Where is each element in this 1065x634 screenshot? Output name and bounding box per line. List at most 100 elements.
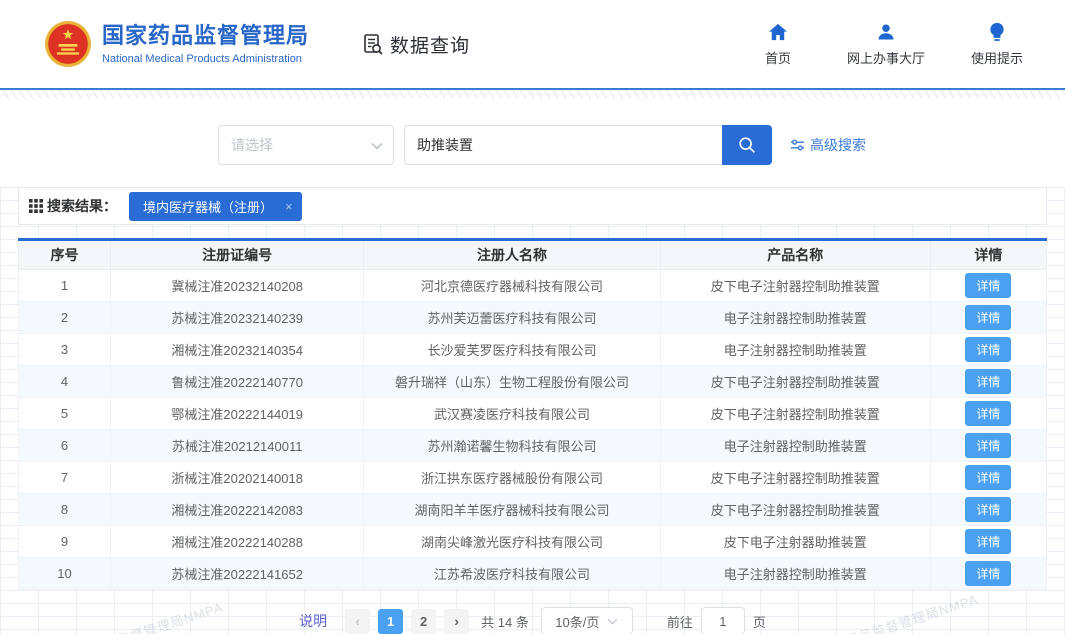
cell-reg-no: 鲁械注准20222140770 bbox=[110, 365, 365, 398]
prev-page-button[interactable]: ‹ bbox=[345, 608, 371, 634]
col-header-registrant: 注册人名称 bbox=[363, 239, 661, 270]
cell-index: 8 bbox=[17, 493, 112, 526]
cell-detail: 详情 bbox=[929, 301, 1048, 334]
page-button-2[interactable]: 2 bbox=[411, 608, 437, 634]
org-name: 国家药品监督管理局 bbox=[102, 23, 310, 49]
detail-button[interactable]: 详情 bbox=[965, 529, 1012, 554]
cell-registrant: 湖南阳羊羊医疗器械科技有限公司 bbox=[363, 493, 661, 526]
cell-reg-no: 湘械注准20232140354 bbox=[110, 333, 365, 366]
col-header-reg-no: 注册证编号 bbox=[110, 239, 365, 270]
page-size-value: 10条/页 bbox=[555, 614, 600, 630]
cell-registrant: 苏州瀚诺馨生物科技有限公司 bbox=[363, 429, 661, 462]
detail-button[interactable]: 详情 bbox=[965, 465, 1012, 490]
org-name-en: National Medical Products Administration bbox=[102, 52, 302, 65]
cell-product: 皮下电子注射器控制助推装置 bbox=[659, 493, 931, 526]
nav-tips[interactable]: 使用提示 bbox=[971, 22, 1023, 67]
cell-registrant: 浙江拱东医疗器械股份有限公司 bbox=[363, 461, 661, 494]
results-zone: 国家药品监督管理局NMPA 国家药品监督管理局NMPA 国家药品监督管理局NMP… bbox=[0, 187, 1065, 634]
chevron-down-icon bbox=[371, 137, 383, 153]
grid-icon bbox=[29, 199, 43, 213]
cell-index: 3 bbox=[17, 333, 112, 366]
cell-detail: 详情 bbox=[929, 429, 1048, 462]
cell-reg-no: 苏械注准20232140239 bbox=[110, 301, 365, 334]
col-header-product: 产品名称 bbox=[659, 239, 931, 270]
nav-home[interactable]: 首页 bbox=[755, 22, 801, 67]
cell-product: 皮下电子注射器控制助推装置 bbox=[659, 269, 931, 302]
detail-button[interactable]: 详情 bbox=[965, 337, 1012, 362]
cell-product: 皮下电子注射器控制助推装置 bbox=[659, 365, 931, 398]
cell-reg-no: 冀械注准20232140208 bbox=[110, 269, 365, 302]
detail-button[interactable]: 详情 bbox=[965, 369, 1012, 394]
cell-detail: 详情 bbox=[929, 461, 1048, 494]
table-row: 8 湘械注准20222142083 湖南阳羊羊医疗器械科技有限公司 皮下电子注射… bbox=[17, 493, 1048, 526]
cell-registrant: 长沙爱芙罗医疗科技有限公司 bbox=[363, 333, 661, 366]
table-row: 2 苏械注准20232140239 苏州芙迈蕾医疗科技有限公司 电子注射器控制助… bbox=[17, 301, 1048, 334]
cell-product: 皮下电子注射器控制助推装置 bbox=[659, 461, 931, 494]
cell-reg-no: 苏械注准20212140011 bbox=[110, 429, 365, 462]
results-label: 搜索结果： bbox=[29, 196, 117, 216]
table-header-row: 序号 注册证编号 注册人名称 产品名称 详情 bbox=[17, 239, 1048, 270]
table-row: 7 浙械注准20202140018 浙江拱东医疗器械股份有限公司 皮下电子注射器… bbox=[17, 461, 1048, 494]
cell-registrant: 湖南尖峰激光医疗科技有限公司 bbox=[363, 525, 661, 558]
table-row: 9 湘械注准20222140288 湖南尖峰激光医疗科技有限公司 皮下电子注射器… bbox=[17, 525, 1048, 558]
nav-service-hall[interactable]: 网上办事大厅 bbox=[847, 22, 925, 67]
detail-button[interactable]: 详情 bbox=[965, 273, 1012, 298]
table-row: 3 湘械注准20232140354 长沙爱芙罗医疗科技有限公司 电子注射器控制助… bbox=[17, 333, 1048, 366]
results-label-text: 搜索结果： bbox=[47, 198, 117, 214]
cell-detail: 详情 bbox=[929, 333, 1048, 366]
detail-button[interactable]: 详情 bbox=[965, 497, 1012, 522]
total-count: 共 14 条 bbox=[481, 614, 529, 630]
results-bar: 搜索结果： 境内医疗器械（注册） × bbox=[18, 187, 1047, 225]
search-input[interactable] bbox=[404, 125, 722, 165]
pagination: 说明 ‹ 1 2 › 共 14 条 10条/页 前往 页 bbox=[18, 607, 1047, 634]
detail-button[interactable]: 详情 bbox=[965, 401, 1012, 426]
cell-index: 7 bbox=[17, 461, 112, 494]
search-section: 请选择 高级搜索 bbox=[0, 99, 1065, 187]
col-header-index: 序号 bbox=[17, 239, 112, 270]
national-emblem-icon bbox=[45, 21, 91, 67]
lightbulb-icon bbox=[989, 22, 1005, 42]
detail-button[interactable]: 详情 bbox=[965, 305, 1012, 330]
user-icon bbox=[876, 22, 896, 42]
cell-reg-no: 浙械注准20202140018 bbox=[110, 461, 365, 494]
cell-product: 皮下电子注射器助推装置 bbox=[659, 525, 931, 558]
advanced-search-link[interactable]: 高级搜索 bbox=[790, 135, 866, 155]
cell-registrant: 武汉赛凌医疗科技有限公司 bbox=[363, 397, 661, 430]
category-select-placeholder: 请选择 bbox=[231, 137, 273, 153]
cell-reg-no: 苏械注准20222141652 bbox=[110, 557, 365, 590]
top-nav: 首页 网上办事大厅 使用提示 bbox=[755, 22, 1023, 67]
nmpa-logo: 国家药品监督管理局 National Medical Products Admi… bbox=[44, 20, 309, 68]
results-table-body: 1 冀械注准20232140208 河北京德医疗器械科技有限公司 皮下电子注射器… bbox=[17, 269, 1048, 590]
cell-index: 4 bbox=[17, 365, 112, 398]
cell-index: 9 bbox=[17, 525, 112, 558]
cell-index: 6 bbox=[17, 429, 112, 462]
col-header-detail: 详情 bbox=[929, 239, 1048, 270]
filter-tag-label: 境内医疗器械（注册） bbox=[143, 199, 274, 215]
page-header: 国家药品监督管理局 National Medical Products Admi… bbox=[0, 0, 1065, 90]
cell-index: 10 bbox=[17, 557, 112, 590]
note-link[interactable]: 说明 bbox=[299, 611, 327, 631]
cell-product: 电子注射器控制助推装置 bbox=[659, 557, 931, 590]
app-title: 数据查询 bbox=[361, 31, 470, 58]
filter-tag[interactable]: 境内医疗器械（注册） × bbox=[129, 191, 302, 221]
goto-page-input[interactable] bbox=[700, 607, 745, 634]
table-row: 5 鄂械注准20222144019 武汉赛凌医疗科技有限公司 皮下电子注射器控制… bbox=[17, 397, 1048, 430]
page-size-select[interactable]: 10条/页 bbox=[540, 607, 633, 634]
chevron-down-icon bbox=[607, 618, 618, 625]
home-icon bbox=[768, 22, 788, 42]
detail-button[interactable]: 详情 bbox=[965, 561, 1012, 586]
category-select[interactable]: 请选择 bbox=[218, 125, 394, 165]
page-button-1[interactable]: 1 bbox=[378, 608, 404, 634]
next-page-button[interactable]: › bbox=[444, 608, 470, 634]
detail-button[interactable]: 详情 bbox=[965, 433, 1012, 458]
data-query-icon bbox=[364, 34, 383, 55]
cell-reg-no: 湘械注准20222140288 bbox=[110, 525, 365, 558]
cell-product: 皮下电子注射器控制助推装置 bbox=[659, 397, 931, 430]
close-icon[interactable]: × bbox=[285, 200, 293, 213]
search-icon bbox=[739, 137, 755, 153]
cell-detail: 详情 bbox=[929, 525, 1048, 558]
cell-registrant: 磐升瑞祥（山东）生物工程股份有限公司 bbox=[363, 365, 661, 398]
goto-suffix: 页 bbox=[752, 614, 766, 630]
search-button[interactable] bbox=[722, 125, 772, 165]
results-table: 序号 注册证编号 注册人名称 产品名称 详情 1 冀械注准20232140208… bbox=[17, 238, 1048, 590]
